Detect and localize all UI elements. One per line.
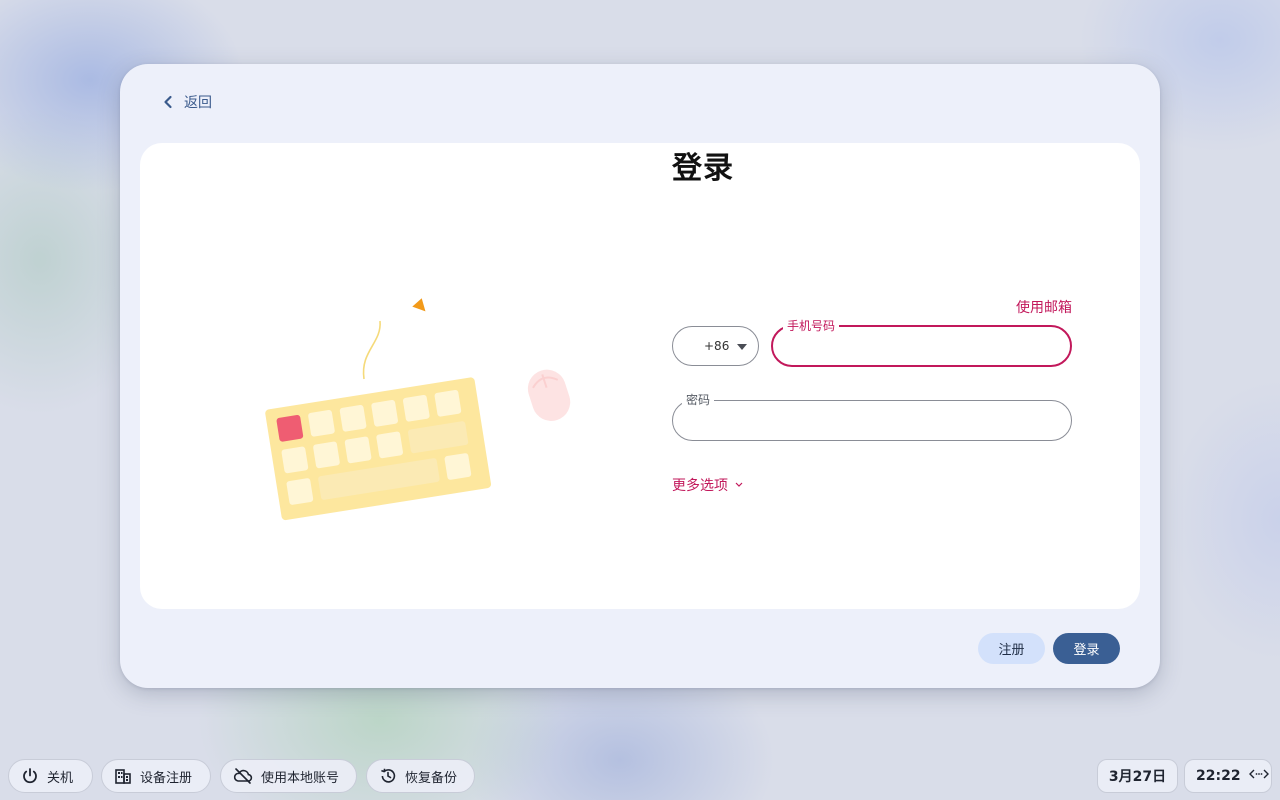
back-label: 返回 <box>184 95 212 111</box>
local-account-button[interactable]: 使用本地账号 <box>220 759 357 793</box>
power-icon <box>21 767 39 785</box>
back-button[interactable]: 返回 <box>160 90 212 114</box>
phone-number-label: 手机号码 <box>783 318 840 334</box>
more-options-toggle[interactable]: 更多选项 <box>672 475 744 495</box>
keyboard-mouse-illustration <box>260 283 590 523</box>
network-status-icon <box>1248 767 1269 785</box>
shutdown-button[interactable]: 关机 <box>8 759 93 793</box>
page-title: 登录 <box>672 151 734 186</box>
login-button[interactable]: 登录 <box>1053 633 1120 664</box>
password-field[interactable]: 密码 <box>672 392 1072 441</box>
enroll-device-button[interactable]: 设备注册 <box>101 759 211 793</box>
more-options-label: 更多选项 <box>672 478 728 494</box>
country-code-value: +86 <box>704 339 730 353</box>
date-label: 3月27日 <box>1108 769 1167 785</box>
use-email-link[interactable]: 使用邮箱 <box>1016 297 1072 317</box>
login-card: 登录 使用邮箱 +86 手机号码 密码 更多选项 <box>140 143 1140 609</box>
system-tray[interactable]: 22:22 <box>1184 759 1272 793</box>
restore-backup-button[interactable]: 恢复备份 <box>366 759 475 793</box>
chevron-down-icon <box>734 477 744 493</box>
building-icon <box>114 767 132 785</box>
caret-down-icon <box>737 344 747 350</box>
password-label: 密码 <box>682 392 715 408</box>
enroll-device-label: 设备注册 <box>140 770 193 786</box>
cloud-off-icon <box>233 767 253 785</box>
restore-backup-label: 恢复备份 <box>405 770 458 786</box>
chevron-left-icon <box>160 94 176 110</box>
register-button[interactable]: 注册 <box>978 633 1045 664</box>
history-icon <box>379 767 397 785</box>
local-account-label: 使用本地账号 <box>261 770 340 786</box>
login-dialog: 返回 登录 使用邮箱 +86 手机号码 密码 更多选项 注册 登录 <box>120 64 1160 688</box>
phone-number-field[interactable]: 手机号码 <box>771 318 1072 367</box>
password-input[interactable] <box>673 401 1071 440</box>
date-indicator[interactable]: 3月27日 <box>1097 759 1178 793</box>
shutdown-label: 关机 <box>47 770 74 786</box>
country-code-select[interactable]: +86 <box>672 326 759 366</box>
time-label: 22:22 <box>1196 768 1241 784</box>
